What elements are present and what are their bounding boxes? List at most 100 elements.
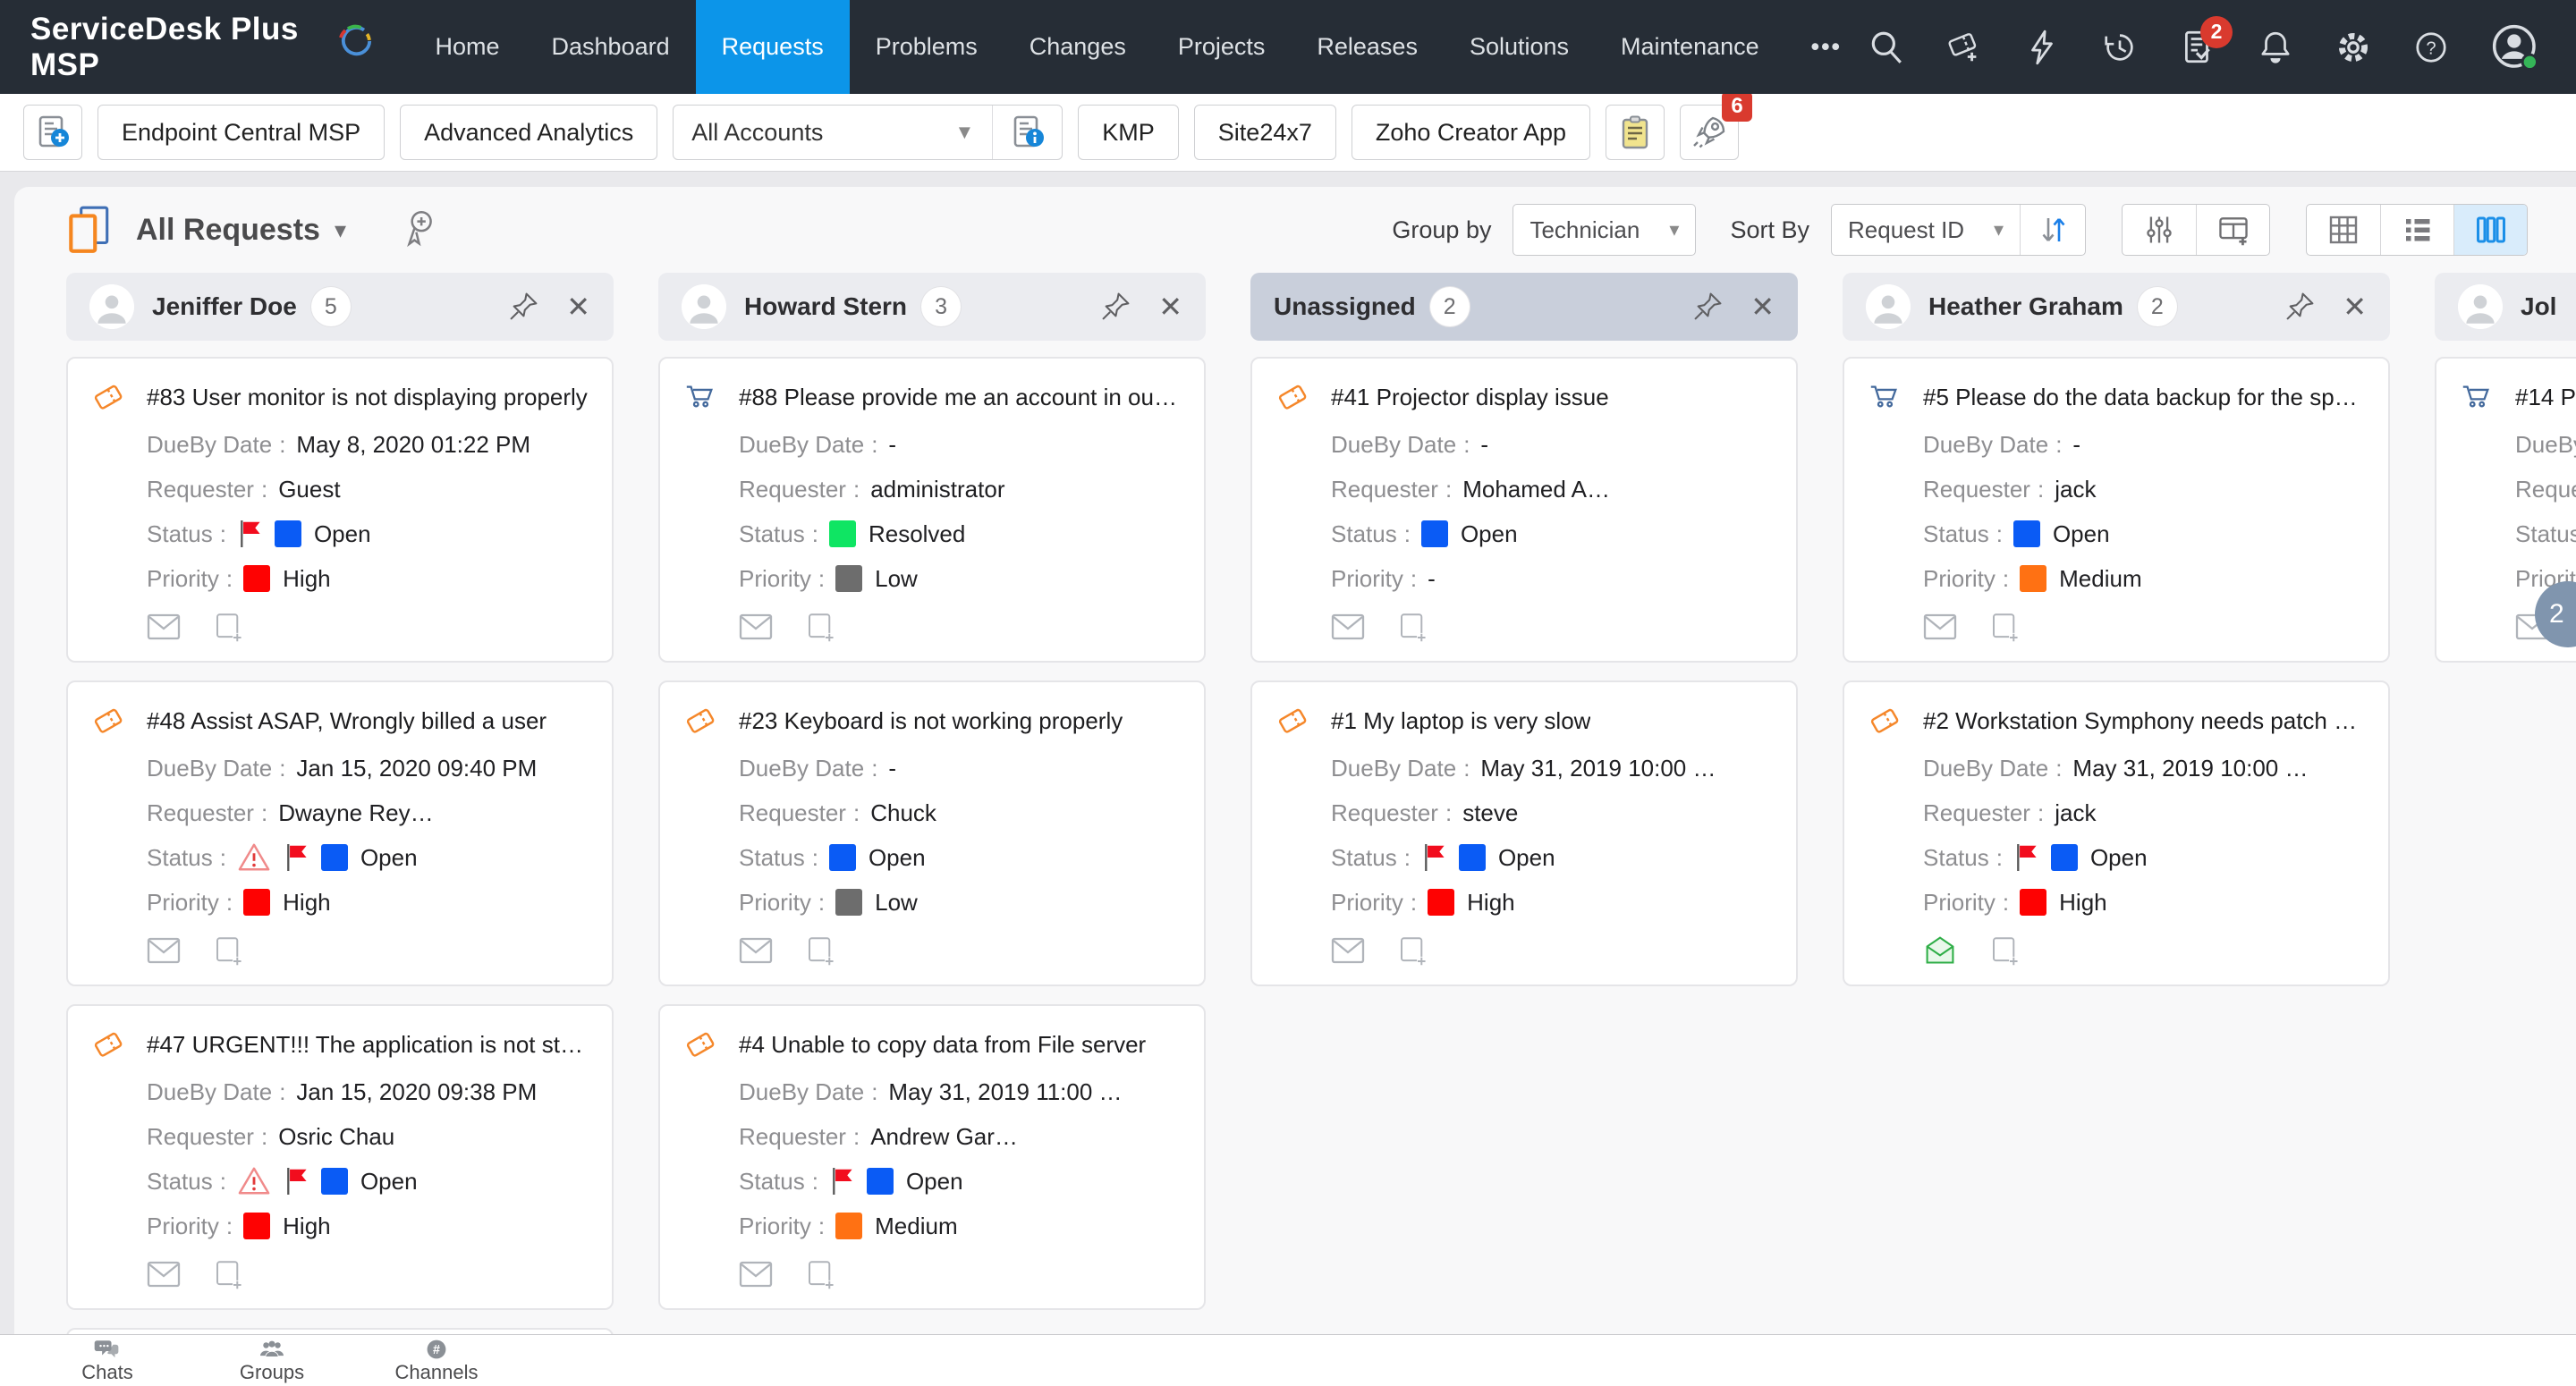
mail-icon[interactable] xyxy=(737,611,775,643)
nav-item-[interactable]: ••• xyxy=(1785,0,1868,94)
page-title[interactable]: All Requests xyxy=(136,213,320,248)
chevron-down-icon[interactable]: ▾ xyxy=(335,216,346,244)
account-info-button[interactable] xyxy=(992,106,1062,159)
request-card[interactable]: #5 Please do the data backup for the spe… xyxy=(1843,357,2390,663)
note-add-icon[interactable] xyxy=(1394,611,1431,643)
help-button[interactable]: ? xyxy=(2412,29,2450,66)
request-card[interactable]: #47 URGENT!!! The application is not sta… xyxy=(66,1004,614,1310)
sort-by-value: Request ID xyxy=(1848,216,1965,243)
toolbar-button-endpoint-central-msp[interactable]: Endpoint Central MSP xyxy=(97,105,386,160)
close-icon[interactable]: ✕ xyxy=(566,290,590,324)
nav-item-home[interactable]: Home xyxy=(410,0,526,94)
bottombar-item-channels[interactable]: # Channels xyxy=(386,1335,487,1384)
nav-item-dashboard[interactable]: Dashboard xyxy=(526,0,696,94)
history-icon xyxy=(2101,29,2139,66)
grid-view-button[interactable] xyxy=(2307,205,2380,255)
side-badge-count: 2 xyxy=(2549,599,2564,629)
mail-icon[interactable] xyxy=(737,1258,775,1290)
nav-item-changes[interactable]: Changes xyxy=(1004,0,1152,94)
notes-button[interactable] xyxy=(1606,105,1665,160)
request-card[interactable]: #2 Workstation Symphony needs patch u… Du… xyxy=(1843,680,2390,986)
request-card[interactable]: #41 Projector display issue DueBy Date: - R… xyxy=(1250,357,1798,663)
request-card[interactable]: #88 Please provide me an account in our … xyxy=(658,357,1206,663)
filter-search-icon[interactable] xyxy=(398,207,439,253)
nav-item-releases[interactable]: Releases xyxy=(1291,0,1444,94)
field-label: Requester xyxy=(1331,475,1438,503)
mail-icon[interactable] xyxy=(145,934,182,967)
request-card[interactable]: #48 Assist ASAP, Wrongly billed a user Du… xyxy=(66,680,614,986)
new-request-button[interactable] xyxy=(23,105,82,160)
sort-direction-button[interactable] xyxy=(2021,212,2085,248)
mail-icon[interactable] xyxy=(1329,934,1367,967)
request-title: #4 Unable to copy data from File server xyxy=(739,1031,1147,1058)
add-column-button[interactable] xyxy=(2196,205,2269,255)
board-controls: Group by Technician ▾ Sort By Request ID… xyxy=(1392,204,2528,256)
request-card[interactable]: #83 User monitor is not displaying prope… xyxy=(66,357,614,663)
field-colon: : xyxy=(811,1167,818,1195)
mail-icon[interactable] xyxy=(1921,611,1959,643)
mail-icon[interactable] xyxy=(1329,611,1367,643)
kanban-view-button[interactable] xyxy=(2453,205,2527,255)
mail-open-icon[interactable] xyxy=(1921,934,1959,967)
note-add-icon[interactable] xyxy=(801,934,839,967)
kanban-view-icon xyxy=(2476,216,2505,243)
request-views-icon[interactable] xyxy=(66,204,111,256)
request-title: #23 Keyboard is not working properly xyxy=(739,707,1123,734)
whats-new-button[interactable]: 6 xyxy=(1680,91,1753,160)
card-field-row: Requester: Dwayne Rey… xyxy=(147,795,592,831)
note-add-icon[interactable] xyxy=(801,611,839,643)
mail-icon[interactable] xyxy=(145,611,182,643)
approvals-button[interactable]: 2 xyxy=(2179,15,2233,66)
note-add-icon[interactable] xyxy=(209,611,247,643)
nav-item-solutions[interactable]: Solutions xyxy=(1444,0,1595,94)
group-by-dropdown[interactable]: Technician ▾ xyxy=(1513,204,1697,256)
search-button[interactable] xyxy=(1868,29,1905,66)
note-add-icon[interactable] xyxy=(209,1258,247,1290)
accounts-dropdown[interactable]: All Accounts ▼ xyxy=(674,106,992,159)
column-header: Howard Stern 3 ✕ xyxy=(658,273,1206,341)
sort-by-dropdown[interactable]: Request ID ▾ xyxy=(1832,216,2020,244)
request-card[interactable]: #4 Unable to copy data from File server D… xyxy=(658,1004,1206,1310)
field-colon: : xyxy=(2055,754,2063,782)
nav-item-requests[interactable]: Requests xyxy=(695,0,850,94)
toolbar-link-site24x7[interactable]: Site24x7 xyxy=(1193,105,1336,160)
bottombar-item-chats[interactable]: Chats xyxy=(57,1335,157,1384)
list-view-button[interactable] xyxy=(2380,205,2453,255)
close-icon[interactable]: ✕ xyxy=(1750,290,1775,324)
toolbar-link-kmp[interactable]: KMP xyxy=(1078,105,1179,160)
request-card[interactable]: #1 My laptop is very slow DueBy Date: May … xyxy=(1250,680,1798,986)
ticket-add-button[interactable] xyxy=(1945,29,1983,66)
request-card[interactable]: #45 Server crashes frequently xyxy=(66,1328,614,1334)
nav-item-problems[interactable]: Problems xyxy=(850,0,1004,94)
field-label: DueBy Date xyxy=(147,1078,273,1105)
bell-button[interactable] xyxy=(2257,29,2294,66)
field-value: Low xyxy=(875,888,918,916)
avatar-button[interactable] xyxy=(2490,22,2540,72)
flash-button[interactable] xyxy=(2023,29,2061,66)
mail-icon[interactable] xyxy=(145,1258,182,1290)
note-add-icon[interactable] xyxy=(1986,934,2023,967)
pin-icon[interactable] xyxy=(1691,291,1724,323)
close-icon[interactable]: ✕ xyxy=(2343,290,2367,324)
note-add-icon[interactable] xyxy=(801,1258,839,1290)
gear-button[interactable] xyxy=(2334,29,2372,66)
bottombar-item-groups[interactable]: Groups xyxy=(222,1335,322,1384)
history-button[interactable] xyxy=(2101,29,2139,66)
field-settings-button[interactable] xyxy=(2123,205,2196,255)
mail-icon[interactable] xyxy=(737,934,775,967)
request-card[interactable]: #23 Keyboard is not working properly DueB… xyxy=(658,680,1206,986)
note-add-icon[interactable] xyxy=(209,934,247,967)
pin-icon[interactable] xyxy=(507,291,539,323)
toolbar-link-zoho-creator-app[interactable]: Zoho Creator App xyxy=(1351,105,1591,160)
kanban-column: Howard Stern 3 ✕ #88 Please provide me an a… xyxy=(658,273,1206,1334)
nav-item-projects[interactable]: Projects xyxy=(1152,0,1292,94)
toolbar-button-advanced-analytics[interactable]: Advanced Analytics xyxy=(400,105,658,160)
pin-icon[interactable] xyxy=(2284,291,2316,323)
close-icon[interactable]: ✕ xyxy=(1158,290,1182,324)
note-add-icon[interactable] xyxy=(1394,934,1431,967)
nav-item-maintenance[interactable]: Maintenance xyxy=(1595,0,1785,94)
card-field-row: Requester: Chuck xyxy=(739,795,1184,831)
brand-logo[interactable]: ServiceDesk Plus MSP xyxy=(30,12,374,83)
note-add-icon[interactable] xyxy=(1986,611,2023,643)
pin-icon[interactable] xyxy=(1099,291,1131,323)
